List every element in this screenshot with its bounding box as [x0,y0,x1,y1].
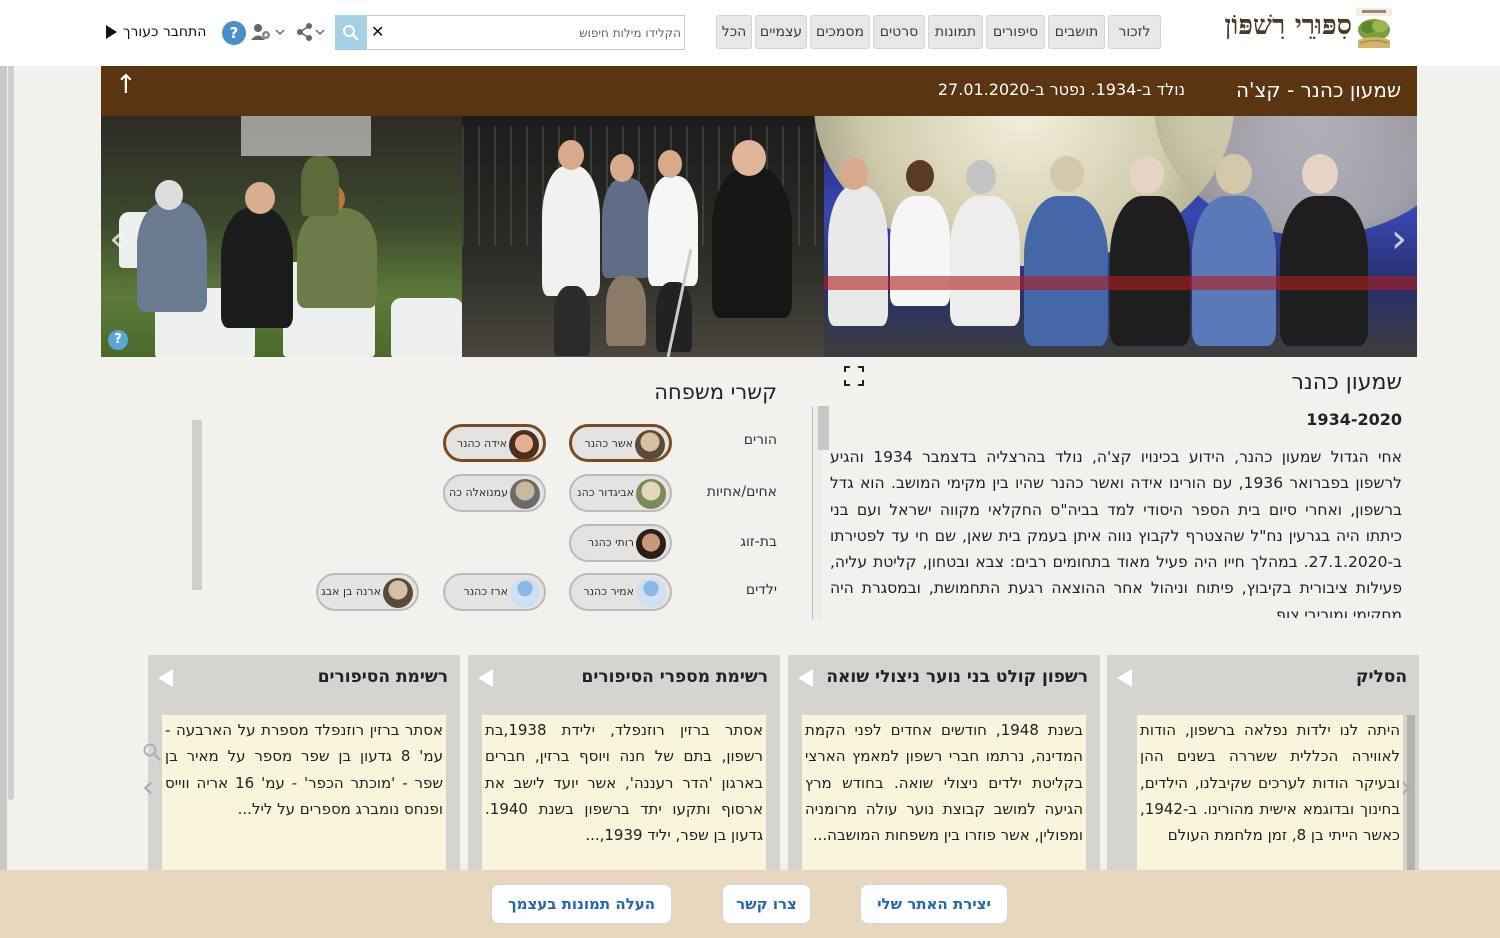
member-name: אידה כהנר [456,437,507,450]
category-self[interactable]: עצמיים [755,15,807,49]
family-member-chip[interactable]: עמנואלה כה [443,474,546,512]
avatar [636,479,666,509]
category-documents[interactable]: מסמכים [810,15,870,49]
member-name: אמיר כהנר [583,585,634,598]
category-photos[interactable]: תמונות [928,15,983,49]
login-editor-link[interactable]: התחבר כעורך [106,22,206,42]
card-expand-icon[interactable] [1117,669,1132,687]
card-body: אסתר ברזין רוזנפלד מספרת על הארבעה - עמ'… [162,715,446,870]
category-all[interactable]: הכל [716,15,752,49]
site-header: סִפּוּרֵי רִשׁפּוֹן הכל עצמיים מסמכים סר… [0,0,1500,66]
site-title[interactable]: סִפּוּרֵי רִשׁפּוֹן [1182,10,1352,41]
relation-label-children: ילדים [745,582,777,598]
person-title-bar: שמעון כהנר - קצ'ה נולד ב-1934. נפטר ב-27… [101,66,1417,116]
card-title: רשימת מספרי הסיפורים [581,667,769,687]
page-scrollbar-track[interactable] [0,0,7,938]
card-title: רשימת הסיפורים [317,667,448,687]
bio-scrollbar-thumb[interactable] [818,406,829,450]
relation-label-parents: הורים [743,432,777,448]
gallery-photo[interactable] [101,116,463,357]
share-icon[interactable] [296,22,326,42]
member-name: עמנואלה כה [448,486,508,499]
category-nav: הכל עצמיים מסמכים סרטים תמונות סיפורים ת… [716,15,1161,49]
user-settings-icon[interactable] [250,22,286,42]
bio-name: שמעון כהנר [1291,370,1402,395]
gallery-next-arrow[interactable]: › [1391,216,1407,262]
family-member-chip[interactable]: אביגדור כהנ [569,474,672,512]
avatar-placeholder-icon [636,578,666,608]
avatar [510,479,540,509]
category-stories[interactable]: סיפורים [986,15,1045,49]
card-title: הסליק [1355,667,1407,687]
family-member-chip[interactable]: אידה כהנר [443,424,546,462]
gallery-help-icon[interactable]: ? [108,330,128,350]
gallery-photo[interactable] [814,116,1417,357]
family-member-chip[interactable]: ארז כהנר [443,573,546,611]
search-button[interactable] [335,15,367,50]
site-logo[interactable] [1356,8,1392,48]
member-name: רותי כהנר [587,536,634,549]
clear-search-icon[interactable]: ✕ [371,22,384,41]
story-card[interactable]: רשפון קולט בני נוער ניצולי שואה בשנת 194… [788,655,1100,870]
member-name: ארז כהנר [463,585,508,598]
play-arrow-icon [106,25,117,39]
expand-icon[interactable] [844,366,864,386]
gallery-photo[interactable] [462,116,824,357]
member-name: אביגדור כהנ [577,486,634,499]
family-member-chip[interactable]: אמיר כהנר [569,573,672,611]
bio-years: 1934-2020 [1306,410,1402,429]
search-zoom-icon[interactable] [142,742,162,762]
cards-next-arrow[interactable]: › [1400,770,1412,805]
card-title: רשפון קולט בני נוער ניצולי שואה [826,667,1088,687]
search-icon [343,24,359,41]
login-label: התחבר כעורך [123,24,207,40]
avatar [509,430,539,459]
avatar [635,430,665,459]
gallery-prev-arrow[interactable]: ‹ [109,216,125,262]
avatar [636,529,666,559]
relation-label-spouse: בת-זוג [740,534,777,550]
story-card[interactable]: רשימת מספרי הסיפורים אסתר ברזין רוזנפלד,… [468,655,780,870]
upload-photos-button[interactable]: העלה תמונות בעצמך [491,884,672,924]
card-expand-icon[interactable] [798,669,813,687]
category-films[interactable]: סרטים [873,15,925,49]
family-scrollbar[interactable] [192,420,202,590]
cards-prev-arrow[interactable]: ‹ [142,770,154,805]
card-expand-icon[interactable] [478,669,493,687]
person-bar-dates: נולד ב-1934. נפטר ב-27.01.2020 [937,80,1185,99]
footer: יצירת האתר שלי צרו קשר העלה תמונות בעצמך [0,870,1500,938]
card-expand-icon[interactable] [158,669,173,687]
person-bar-name: שמעון כהנר - קצ'ה [1235,78,1401,102]
family-title: קשרי משפחה [654,380,777,404]
category-residents[interactable]: תושבים [1048,15,1105,49]
story-card[interactable]: רשימת הסיפורים אסתר ברזין רוזנפלד מספרת … [148,655,460,870]
avatar [383,578,413,608]
avatar-placeholder-icon [510,578,540,608]
card-body: אסתר ברזין רוזנפלד, ילידת 1938,בת רשפון,… [482,715,766,870]
story-card[interactable]: הסליק היתה לנו ילדות נפלאה ברשפון, הודות… [1107,655,1419,870]
member-name: ארנה בן אבג [321,585,381,598]
member-name: אשר כהנר [584,437,633,450]
search-box: ✕ [366,15,685,50]
family-member-chip[interactable]: ארנה בן אבג [316,573,419,611]
bio-text: אחי הגדול שמעון כהנר, הידוע בכינויו קצ'ה… [830,448,1402,618]
category-remember[interactable]: לזכור [1108,15,1161,49]
contact-button[interactable]: צרו קשר [722,884,811,924]
photo-gallery: ‹ › ? [101,116,1417,357]
search-input[interactable] [389,16,681,49]
arrow-up-icon[interactable]: ↑ [115,70,137,100]
help-icon[interactable]: ? [222,21,246,45]
create-my-site-button[interactable]: יצירת האתר שלי [860,884,1008,924]
family-member-chip[interactable]: רותי כהנר [569,524,672,562]
family-member-chip[interactable]: אשר כהנר [569,424,672,462]
relation-label-siblings: אחים/אחיות [706,484,777,500]
page-scrollbar-thumb[interactable] [8,0,14,800]
card-body: בשנת 1948, חודשים אחדים לפני הקמת המדינה… [802,715,1086,870]
card-body: היתה לנו ילדות נפלאה ברשפון, הודות לאווי… [1137,715,1403,870]
